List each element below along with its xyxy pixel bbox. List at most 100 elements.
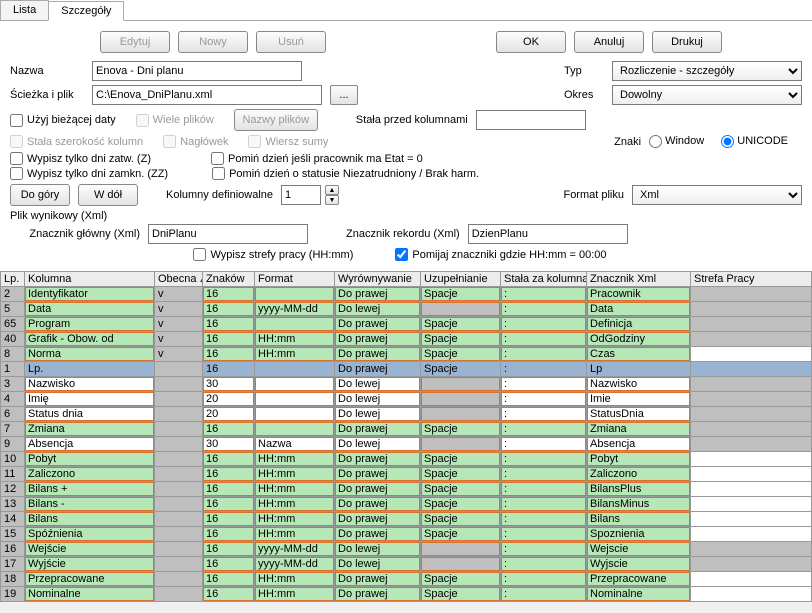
table-cell[interactable] [691, 497, 812, 512]
col-kolumna-header[interactable]: Kolumna [25, 272, 155, 287]
type-select[interactable]: Rozliczenie - szczegóły [612, 61, 802, 81]
table-cell[interactable] [691, 362, 812, 377]
record-tag-input[interactable] [468, 224, 628, 244]
table-cell[interactable]: Program [25, 317, 155, 332]
table-cell[interactable]: Absencja [25, 437, 155, 452]
table-cell[interactable]: Do prawej [335, 362, 421, 377]
table-cell[interactable]: StatusDnia [587, 407, 691, 422]
table-cell[interactable]: 18 [1, 572, 25, 587]
file-format-select[interactable]: Xml [632, 185, 802, 205]
table-cell[interactable]: v [155, 287, 203, 302]
spin-down-icon[interactable]: ▼ [325, 195, 339, 205]
spin-up-icon[interactable]: ▲ [325, 185, 339, 195]
table-row[interactable]: 17Wyjście16yyyy-MM-ddDo lewej:Wyjscie [1, 557, 812, 572]
table-cell[interactable]: : [501, 482, 587, 497]
table-row[interactable]: 15Spóźnienia16HH:mmDo prawejSpacje:Spozn… [1, 527, 812, 542]
table-cell[interactable]: 1 [1, 362, 25, 377]
table-cell[interactable]: Spacje [421, 347, 501, 362]
table-cell[interactable]: Wejście [25, 542, 155, 557]
table-cell[interactable]: 13 [1, 497, 25, 512]
table-cell[interactable]: 12 [1, 482, 25, 497]
table-cell[interactable]: : [501, 497, 587, 512]
table-row[interactable]: 2Identyfikatorv16Do prawejSpacje:Pracown… [1, 287, 812, 302]
table-cell[interactable]: Do lewej [335, 437, 421, 452]
table-cell[interactable]: Wyjscie [587, 557, 691, 572]
use-current-date-checkbox[interactable] [10, 114, 23, 127]
table-cell[interactable] [155, 572, 203, 587]
delete-button[interactable]: Usuń [256, 31, 326, 53]
table-cell[interactable]: Zaliczono [587, 467, 691, 482]
col-lp-header[interactable]: Lp. [1, 272, 25, 287]
table-cell[interactable]: BilansPlus [587, 482, 691, 497]
table-cell[interactable]: Spacje [421, 287, 501, 302]
table-cell[interactable] [691, 317, 812, 332]
table-cell[interactable]: Do prawej [335, 422, 421, 437]
table-cell[interactable]: : [501, 407, 587, 422]
table-cell[interactable]: Spóźnienia [25, 527, 155, 542]
table-row[interactable]: 1Lp.16Do prawejSpacje:Lp [1, 362, 812, 377]
table-cell[interactable]: Data [25, 302, 155, 317]
table-cell[interactable] [155, 527, 203, 542]
table-cell[interactable]: Do prawej [335, 572, 421, 587]
table-cell[interactable]: 30 [203, 377, 255, 392]
table-cell[interactable]: 16 [203, 527, 255, 542]
table-cell[interactable] [155, 587, 203, 602]
table-cell[interactable]: Spacje [421, 497, 501, 512]
table-cell[interactable]: 19 [1, 587, 25, 602]
table-cell[interactable] [155, 452, 203, 467]
table-cell[interactable]: Do prawej [335, 467, 421, 482]
table-cell[interactable]: Bilans [587, 512, 691, 527]
col-strefa-header[interactable]: Strefa Pracy [691, 272, 812, 287]
table-cell[interactable]: Do prawej [335, 512, 421, 527]
col-wyrownywanie-header[interactable]: Wyrównywanie [335, 272, 421, 287]
table-cell[interactable] [155, 542, 203, 557]
table-cell[interactable]: Grafik - Obow. od [25, 332, 155, 347]
table-cell[interactable]: 16 [203, 542, 255, 557]
table-cell[interactable]: : [501, 437, 587, 452]
table-cell[interactable]: : [501, 527, 587, 542]
table-cell[interactable]: Przepracowane [25, 572, 155, 587]
table-cell[interactable] [255, 317, 335, 332]
table-cell[interactable]: : [501, 452, 587, 467]
table-cell[interactable] [255, 392, 335, 407]
table-cell[interactable]: Spacje [421, 482, 501, 497]
table-cell[interactable]: : [501, 317, 587, 332]
table-cell[interactable]: Do prawej [335, 497, 421, 512]
print-button[interactable]: Drukuj [652, 31, 722, 53]
table-cell[interactable] [155, 467, 203, 482]
table-cell[interactable]: : [501, 542, 587, 557]
table-row[interactable]: 9Absencja30NazwaDo lewej:Absencja [1, 437, 812, 452]
table-cell[interactable] [421, 392, 501, 407]
table-cell[interactable]: yyyy-MM-dd [255, 557, 335, 572]
table-cell[interactable] [691, 542, 812, 557]
table-cell[interactable] [155, 482, 203, 497]
table-cell[interactable] [691, 407, 812, 422]
table-cell[interactable]: Wyjście [25, 557, 155, 572]
table-cell[interactable] [691, 452, 812, 467]
table-cell[interactable]: HH:mm [255, 332, 335, 347]
table-cell[interactable]: Imie [587, 392, 691, 407]
table-cell[interactable]: Bilans + [25, 482, 155, 497]
table-cell[interactable] [421, 377, 501, 392]
skip-etat0-checkbox[interactable] [211, 152, 224, 165]
col-stala-za-header[interactable]: Stała za kolumną [501, 272, 587, 287]
table-cell[interactable]: 4 [1, 392, 25, 407]
browse-button[interactable]: ... [330, 85, 358, 105]
table-cell[interactable]: Zmiana [587, 422, 691, 437]
table-row[interactable]: 6Status dnia20Do lewej:StatusDnia [1, 407, 812, 422]
table-cell[interactable]: Spacje [421, 422, 501, 437]
table-cell[interactable]: HH:mm [255, 452, 335, 467]
table-cell[interactable]: : [501, 287, 587, 302]
name-input[interactable] [92, 61, 302, 81]
table-cell[interactable]: Nazwisko [587, 377, 691, 392]
table-row[interactable]: 11Zaliczono16HH:mmDo prawejSpacje:Zalicz… [1, 467, 812, 482]
table-cell[interactable]: Spacje [421, 452, 501, 467]
ok-button[interactable]: OK [496, 31, 566, 53]
table-cell[interactable] [155, 437, 203, 452]
table-cell[interactable]: Identyfikator [25, 287, 155, 302]
table-cell[interactable]: Do lewej [335, 392, 421, 407]
table-cell[interactable]: Do lewej [335, 302, 421, 317]
col-uzupelnianie-header[interactable]: Uzupełnianie [421, 272, 501, 287]
table-cell[interactable]: Nazwa [255, 437, 335, 452]
def-cols-input[interactable] [281, 185, 321, 205]
